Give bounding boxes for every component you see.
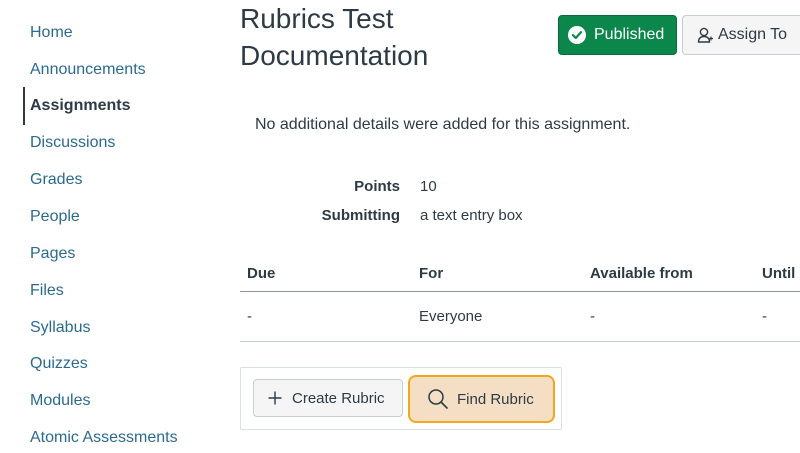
sidebar-item-home[interactable]: Home	[30, 24, 73, 42]
submitting-value: a text entry box	[420, 207, 523, 224]
table-cell-due: -	[247, 308, 252, 325]
published-label: Published	[594, 26, 665, 43]
page-title: Rubrics Test Documentation	[240, 3, 429, 71]
sidebar-item-grades[interactable]: Grades	[30, 171, 82, 189]
sidebar-item-announcements[interactable]: Announcements	[30, 61, 146, 79]
sidebar-item-files[interactable]: Files	[30, 282, 64, 300]
find-rubric-label: Find Rubric	[457, 390, 534, 408]
table-header-divider	[240, 291, 800, 292]
points-label: Points	[354, 178, 400, 195]
create-rubric-button[interactable]: Create Rubric	[253, 379, 403, 417]
sidebar-item-people[interactable]: People	[30, 208, 80, 226]
table-row-divider	[240, 341, 800, 342]
column-header-due: Due	[247, 265, 276, 282]
published-button[interactable]: Published	[558, 15, 677, 55]
course-navigation: Home Announcements Assignments Discussio…	[0, 0, 200, 453]
sidebar-item-syllabus[interactable]: Syllabus	[30, 319, 90, 337]
assignment-page: Home Announcements Assignments Discussio…	[0, 0, 800, 453]
table-cell-until: -	[762, 308, 767, 325]
column-header-for: For	[419, 265, 444, 282]
table-cell-available-from: -	[590, 308, 595, 325]
sidebar-item-assignments[interactable]: Assignments	[30, 97, 130, 115]
user-icon	[696, 26, 714, 44]
create-rubric-label: Create Rubric	[292, 389, 385, 407]
assign-to-label: Assign To	[718, 26, 788, 43]
sidebar-item-modules[interactable]: Modules	[30, 392, 90, 410]
column-header-available-from: Available from	[590, 265, 693, 282]
sidebar-item-pages[interactable]: Pages	[30, 245, 75, 263]
table-cell-for: Everyone	[419, 308, 483, 325]
assignment-description: No additional details were added for thi…	[255, 116, 631, 133]
plus-icon	[267, 390, 283, 406]
find-rubric-button[interactable]: Find Rubric	[408, 375, 555, 423]
points-value: 10	[420, 178, 437, 195]
submitting-label: Submitting	[321, 207, 400, 224]
search-icon	[427, 388, 449, 410]
active-indicator	[23, 87, 25, 125]
assign-to-button[interactable]: Assign To	[682, 15, 800, 55]
sidebar-item-quizzes[interactable]: Quizzes	[30, 355, 88, 373]
sidebar-item-atomic-assessments[interactable]: Atomic Assessments	[30, 429, 178, 447]
column-header-until: Until	[762, 265, 796, 282]
sidebar-item-discussions[interactable]: Discussions	[30, 134, 115, 152]
check-circle-icon	[568, 26, 586, 44]
